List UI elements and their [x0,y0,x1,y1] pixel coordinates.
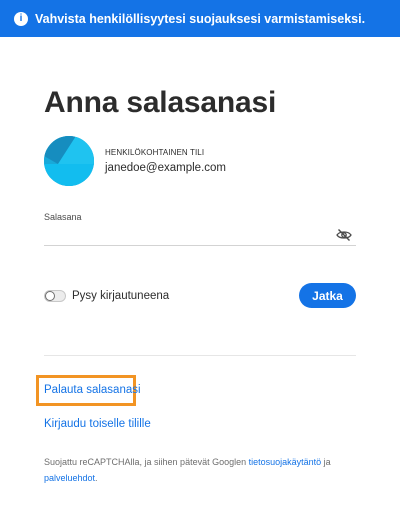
recaptcha-middle: ja [321,457,331,467]
continue-button[interactable]: Jatka [299,283,356,308]
password-input[interactable] [44,226,356,246]
notification-banner: i Vahvista henkilöllisyytesi suojauksesi… [0,0,400,37]
avatar [44,136,94,186]
reset-password-link[interactable]: Palauta salasanasi [44,384,141,396]
stay-signed-in-toggle[interactable] [44,290,66,302]
recaptcha-notice: Suojattu reCAPTCHAlla, ja siihen pätevät… [44,454,344,486]
terms-link[interactable]: palveluehdot [44,473,95,483]
page-title: Anna salasanasi [44,86,277,119]
account-email: janedoe@example.com [105,162,226,174]
password-label: Salasana [44,212,82,222]
banner-text: Vahvista henkilöllisyytesi suojauksesi v… [35,11,366,26]
toggle-knob [45,291,55,301]
avatar-graphic [44,136,94,186]
info-icon: i [14,11,28,26]
divider [44,355,356,356]
recaptcha-suffix: . [95,473,98,483]
eye-slash-icon[interactable] [336,228,352,242]
privacy-policy-link[interactable]: tietosuojakäytäntö [249,457,322,467]
recaptcha-prefix: Suojattu reCAPTCHAlla, ja siihen pätevät… [44,457,249,467]
other-account-link[interactable]: Kirjaudu toiselle tilille [44,418,151,430]
stay-signed-in-label: Pysy kirjautuneena [72,290,170,302]
account-type-label: HENKILÖKOHTAINEN TILI [105,148,205,157]
